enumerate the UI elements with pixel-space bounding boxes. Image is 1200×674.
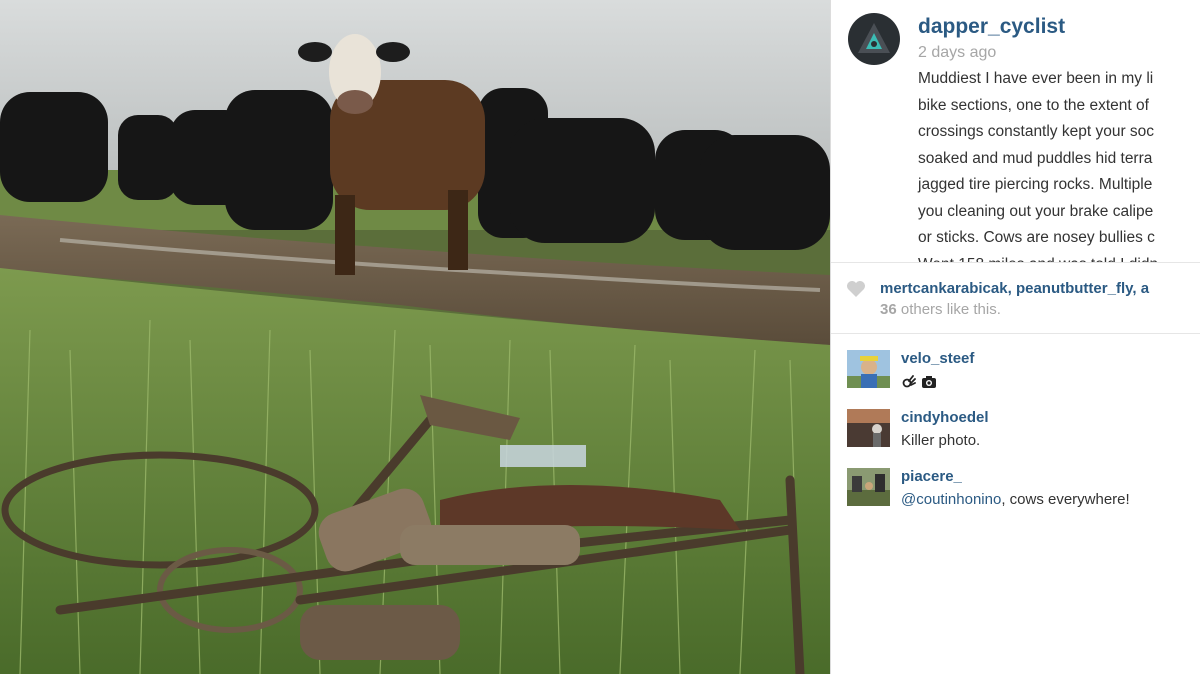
post-caption: Muddiest I have ever been in my li bike … — [918, 66, 1200, 262]
post-sidebar: dapper_cyclist 2 days ago Muddiest I hav… — [831, 0, 1200, 674]
post-header: dapper_cyclist 2 days ago Muddiest I hav… — [831, 0, 1200, 262]
comment-text: @coutinhonino, cows everywhere! — [901, 491, 1130, 508]
divider — [831, 333, 1200, 334]
camera-icon — [922, 376, 937, 389]
liker-separator: , — [1132, 280, 1141, 297]
comment-username[interactable]: cindyhoedel — [901, 409, 989, 426]
commenter-avatar[interactable] — [847, 350, 890, 388]
heart-icon[interactable] — [846, 280, 866, 298]
photo-image — [0, 0, 830, 674]
comment-username[interactable]: velo_steef — [901, 350, 974, 367]
caption-line: soaked and mud puddles hid terra — [918, 149, 1153, 167]
avatar[interactable] — [848, 13, 900, 65]
avatar-image — [847, 468, 890, 506]
triangle-logo-icon — [858, 23, 890, 53]
comment-item: piacere_ @coutinhonino, cows everywhere! — [831, 468, 1200, 518]
mention-link[interactable]: @coutinhonino — [901, 491, 1001, 508]
comment-text: Killer photo. — [901, 432, 981, 449]
caption-line: or sticks. Cows are nosey bullies c — [918, 229, 1155, 246]
liker-link[interactable]: peanutbutter_fly — [1016, 280, 1132, 297]
caption-line: Went 158 miles and was told I didn — [918, 252, 1200, 263]
likes-section: mertcankarabicak, peanutbutter_fly, a 36… — [831, 263, 1200, 333]
caption-line: jagged tire piercing rocks. Multiple — [918, 176, 1153, 193]
caption-line: you cleaning out your brake calipe — [918, 202, 1154, 220]
post-timestamp: 2 days ago — [918, 44, 997, 61]
commenter-avatar[interactable] — [847, 468, 890, 506]
post-username[interactable]: dapper_cyclist — [918, 15, 1065, 39]
avatar-image — [847, 409, 890, 447]
liker-separator: , — [1007, 280, 1016, 297]
likers-list: mertcankarabicak, peanutbutter_fly, a — [880, 280, 1149, 297]
comment-username[interactable]: piacere_ — [901, 468, 962, 485]
ok-hand-icon — [902, 375, 916, 388]
caption-line: bike sections, one to the extent of — [918, 96, 1149, 114]
comment-text — [901, 373, 937, 390]
comment-item: cindyhoedel Killer photo. — [831, 409, 1200, 459]
others-count: 36 — [880, 301, 897, 318]
caption-line: Muddiest I have ever been in my li — [918, 70, 1154, 87]
liker-link[interactable]: a — [1141, 280, 1149, 297]
post-photo[interactable] — [0, 0, 830, 674]
others-like-count[interactable]: 36 others like this. — [880, 301, 1001, 318]
caption-line: crossings constantly kept your soc — [918, 123, 1155, 140]
comment-item: velo_steef — [831, 350, 1200, 400]
commenter-avatar[interactable] — [847, 409, 890, 447]
avatar-image — [847, 350, 890, 388]
comment-body: , cows everywhere! — [1001, 491, 1130, 508]
others-text: others like this. — [896, 301, 1001, 318]
liker-link[interactable]: mertcankarabicak — [880, 280, 1008, 297]
